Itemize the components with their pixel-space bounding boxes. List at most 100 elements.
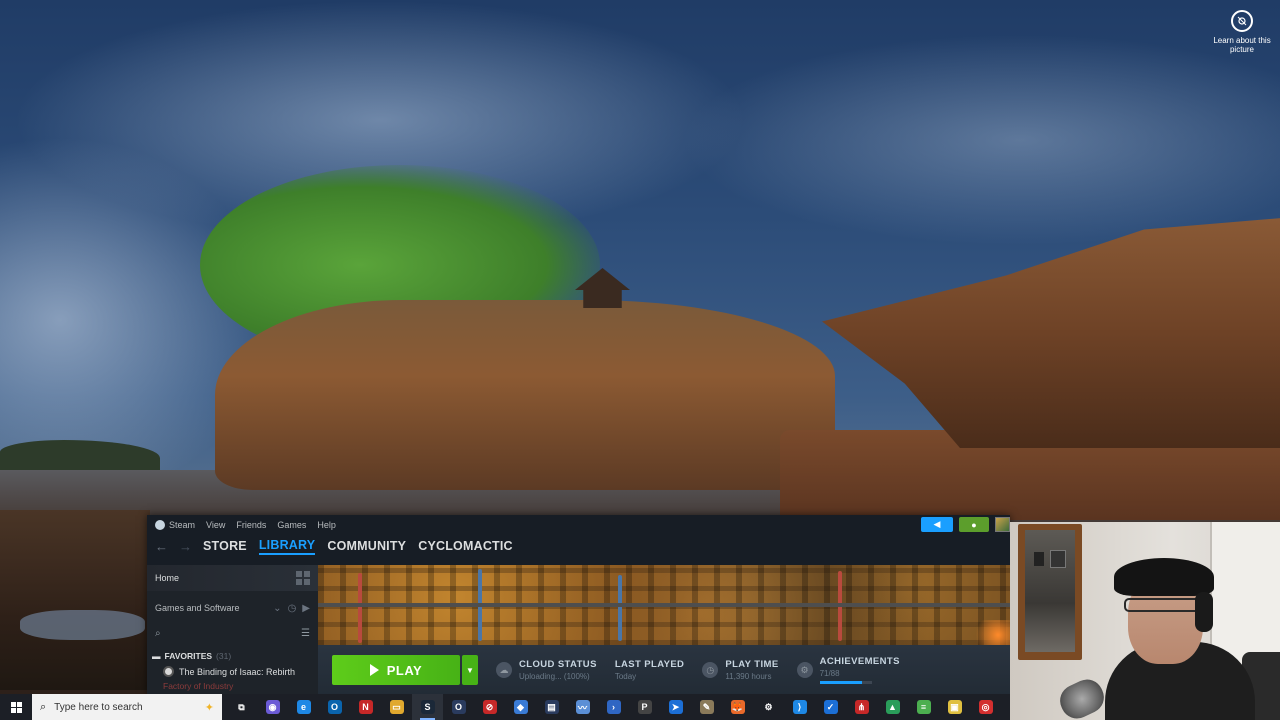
taskbar-app-button[interactable]: ⋔ — [846, 694, 877, 720]
game-icon — [163, 666, 174, 677]
wave-icon: 〰 — [575, 700, 590, 714]
announce-button[interactable]: ◀ — [921, 517, 953, 532]
chevron-down-icon: ⌄ — [273, 602, 282, 614]
last-played-label: LAST PLAYED — [614, 659, 685, 670]
taskbar-app-button[interactable]: › — [598, 694, 629, 720]
obs-icon: ◉ — [265, 700, 280, 714]
sidebar-game-item-partial[interactable]: Factory of Industry — [147, 681, 318, 691]
start-button[interactable] — [0, 694, 32, 720]
steam-menu[interactable]: Steam — [155, 520, 195, 530]
favorites-header[interactable]: ▬ FAVORITES (31) — [147, 651, 318, 661]
taskbar-app-button[interactable]: ⧉ — [226, 694, 257, 720]
powershell-icon: › — [606, 700, 621, 714]
taskbar-app-button[interactable]: ≡ — [908, 694, 939, 720]
wallpaper-left-rocks — [0, 510, 150, 690]
taskbar-app-button[interactable]: ⊘ — [474, 694, 505, 720]
taskbar-app-button[interactable]: ⟩ — [784, 694, 815, 720]
grid-view-icon[interactable] — [296, 571, 310, 585]
play-time: ◷ PLAY TIME 11,390 hours — [702, 659, 778, 681]
bell-icon: ● — [971, 519, 977, 530]
sidebar-filter-dropdown[interactable]: Games and Software ⌄ ◷ ▶ — [147, 597, 318, 619]
steam-logo-icon — [155, 520, 165, 530]
cloud-status-label: CLOUD STATUS — [519, 659, 597, 670]
recent-icon[interactable]: ◷ — [288, 603, 297, 614]
sidebar-home[interactable]: Home — [147, 565, 318, 591]
taskbar-app-button[interactable]: P — [629, 694, 660, 720]
learn-about-picture-button[interactable]: Learn about this picture — [1212, 8, 1272, 64]
menu-steam: Steam — [169, 520, 196, 530]
menu-help[interactable]: Help — [317, 520, 336, 530]
forward-arrow-icon[interactable]: → — [179, 539, 192, 554]
taskbar-app-button[interactable]: ◆ — [505, 694, 536, 720]
sidebar-home-label: Home — [155, 573, 180, 583]
tab-profile[interactable]: CYCLOMACTIC — [418, 539, 513, 553]
filter-sliders-icon[interactable]: ☰ — [301, 628, 310, 639]
taskbar-apps: ⧉ ◉ e O N ▭ S O ⊘ ◆ ▤ 〰 › P ➤ ✎ 🦊 ⚙ ⟩ ✓ ⋔ ▲ ≡ ▣ ◎ — [226, 694, 1001, 720]
search-highlight-icon: ✦ — [204, 701, 214, 714]
taskbar-app-button[interactable]: ➤ — [660, 694, 691, 720]
megaphone-icon: ◀ — [933, 519, 941, 529]
drive-icon: ▲ — [885, 700, 900, 714]
achievements-progress — [819, 681, 872, 684]
user-avatar[interactable] — [995, 517, 1010, 532]
sidebar-filter-label: Games and Software — [155, 603, 240, 613]
search-icon: ⌕ — [155, 627, 161, 639]
library-sidebar: Home Games and Software ⌄ ◷ ▶ ⌕ ☰ ▬ FAVO… — [147, 565, 318, 695]
camera-icon — [1231, 10, 1253, 32]
taskbar-app-button[interactable]: ▲ — [877, 694, 908, 720]
cloud-icon: ☁ — [496, 662, 512, 678]
vpn-icon: ◆ — [513, 700, 528, 714]
tab-store[interactable]: STORE — [203, 539, 247, 553]
menu-friends[interactable]: Friends — [236, 520, 266, 530]
taskbar-search[interactable]: ⌕ Type here to search ✦ — [32, 694, 222, 720]
news-icon: N — [358, 700, 373, 714]
cloud-status[interactable]: ☁ CLOUD STATUS Uploading... (100%) — [496, 659, 597, 681]
terminal-icon: ▤ — [544, 700, 559, 714]
learn-about-picture-label: Learn about this picture — [1213, 36, 1271, 54]
windows-logo-icon — [10, 701, 22, 713]
taskbar-app-button[interactable]: N — [350, 694, 381, 720]
taskbar-app-button[interactable]: ✓ — [815, 694, 846, 720]
check-icon: ✓ — [823, 700, 838, 714]
play-options-button[interactable]: ▼ — [462, 655, 478, 685]
taskbar-app-button[interactable]: O — [443, 694, 474, 720]
menu-games[interactable]: Games — [277, 520, 306, 530]
taskbar-app-button[interactable]: ▣ — [939, 694, 970, 720]
sidebar-search[interactable]: ⌕ ☰ — [147, 623, 318, 643]
task-view-icon: ⧉ — [234, 700, 249, 714]
back-arrow-icon[interactable]: ← — [155, 539, 168, 554]
achievements[interactable]: ⚙ ACHIEVEMENTS 71/88 — [796, 656, 900, 684]
wallpaper-temple-rock — [215, 300, 835, 490]
taskbar-app-button[interactable]: 🦊 — [722, 694, 753, 720]
app-arrow-icon: ➤ — [668, 700, 683, 714]
taskbar-app-button[interactable]: ◉ — [257, 694, 288, 720]
window-controls: ◀ ● — [921, 517, 1010, 532]
notifications-button[interactable]: ● — [959, 517, 989, 532]
achievements-label: ACHIEVEMENTS — [819, 656, 900, 667]
taskbar-app-button[interactable]: ◎ — [970, 694, 1001, 720]
steam-icon: S — [420, 700, 435, 714]
file-explorer-icon: ▭ — [389, 700, 404, 714]
package-icon: ▣ — [947, 700, 962, 714]
search-icon: ⌕ — [40, 700, 47, 713]
taskbar-app-button[interactable]: ▤ — [536, 694, 567, 720]
cloud-status-value: Uploading... (100%) — [519, 672, 590, 681]
taskbar-app-button[interactable]: S — [412, 694, 443, 720]
tab-library[interactable]: LIBRARY — [258, 538, 316, 555]
taskbar-app-button[interactable]: ▭ — [381, 694, 412, 720]
sidebar-game-item[interactable]: The Binding of Isaac: Rebirth — [147, 666, 318, 677]
taskbar-app-button[interactable]: O — [319, 694, 350, 720]
last-played-value: Today — [614, 672, 637, 681]
taskbar-app-button[interactable]: ⚙ — [753, 694, 784, 720]
chevron-down-icon: ▼ — [466, 665, 474, 675]
taskbar-app-button[interactable]: e — [288, 694, 319, 720]
tab-community[interactable]: COMMUNITY — [327, 539, 406, 553]
play-button[interactable]: PLAY — [332, 655, 460, 685]
play-filter-icon[interactable]: ▶ — [302, 603, 310, 614]
antivirus-icon: ⊘ — [482, 700, 497, 714]
play-icon — [369, 664, 379, 676]
taskbar-app-button[interactable]: ✎ — [691, 694, 722, 720]
menu-view[interactable]: View — [206, 520, 225, 530]
taskbar-app-button[interactable]: 〰 — [567, 694, 598, 720]
favorites-count: (31) — [216, 651, 232, 661]
